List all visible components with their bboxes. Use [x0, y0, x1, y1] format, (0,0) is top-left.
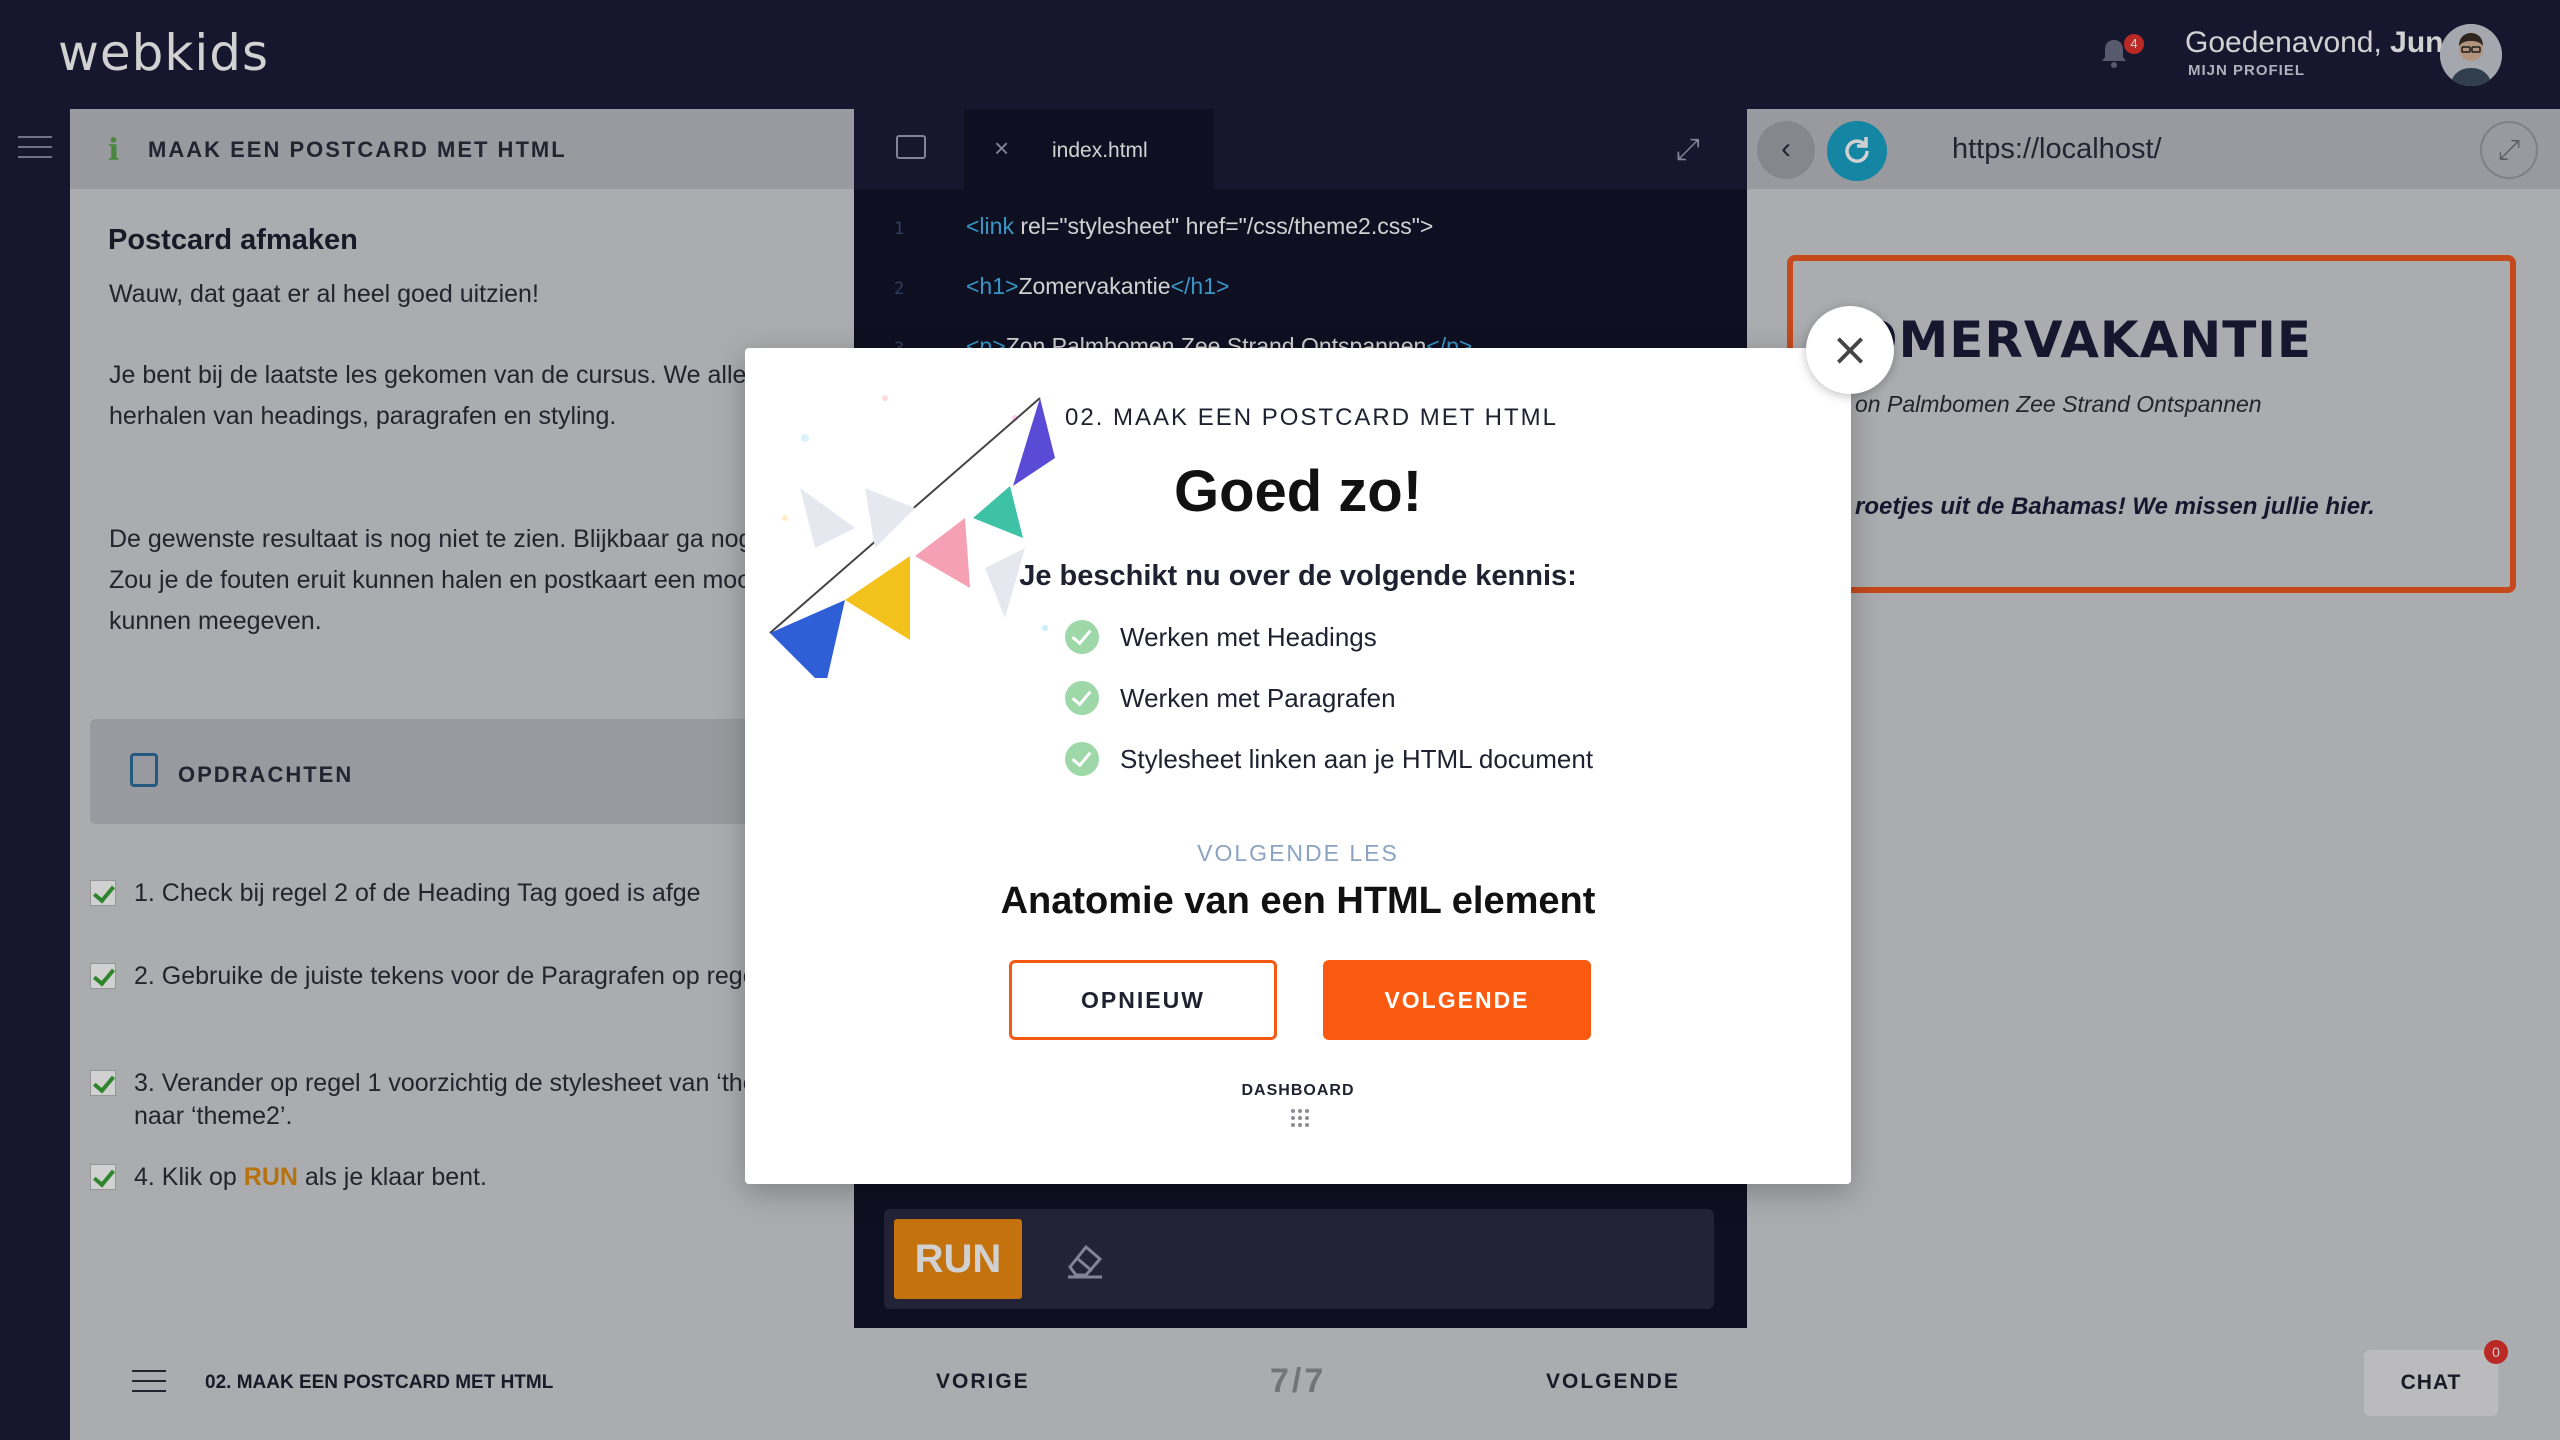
- next-lesson-title: Anatomie van een HTML element: [1000, 880, 1596, 922]
- modal-subtitle: 02. MAAK EEN POSTCARD MET HTML: [1065, 404, 1558, 431]
- check-circle-icon: [1065, 742, 1099, 776]
- close-modal-button[interactable]: ×: [1806, 306, 1894, 394]
- skill-label: Werken met Paragrafen: [1120, 683, 1396, 713]
- bunting-illustration: [769, 395, 1055, 678]
- completion-modal: 02. MAAK EEN POSTCARD MET HTML Goed zo! …: [745, 348, 1851, 1184]
- next-lesson-label: VOLGENDE LES: [1197, 840, 1399, 866]
- dashboard-link[interactable]: DASHBOARD: [745, 1082, 1851, 1100]
- skill-label: Werken met Headings: [1120, 622, 1377, 652]
- grid-icon[interactable]: [1290, 1108, 1310, 1128]
- skill-label: Stylesheet linken aan je HTML document: [1120, 744, 1594, 774]
- next-lesson-button[interactable]: VOLGENDE: [1323, 960, 1591, 1040]
- restart-button[interactable]: OPNIEUW: [1009, 960, 1277, 1040]
- check-circle-icon: [1065, 681, 1099, 715]
- modal-title: Goed zo!: [1173, 459, 1423, 524]
- check-circle-icon: [1065, 620, 1099, 654]
- knowledge-intro: Je beschikt nu over de volgende kennis:: [1019, 560, 1577, 592]
